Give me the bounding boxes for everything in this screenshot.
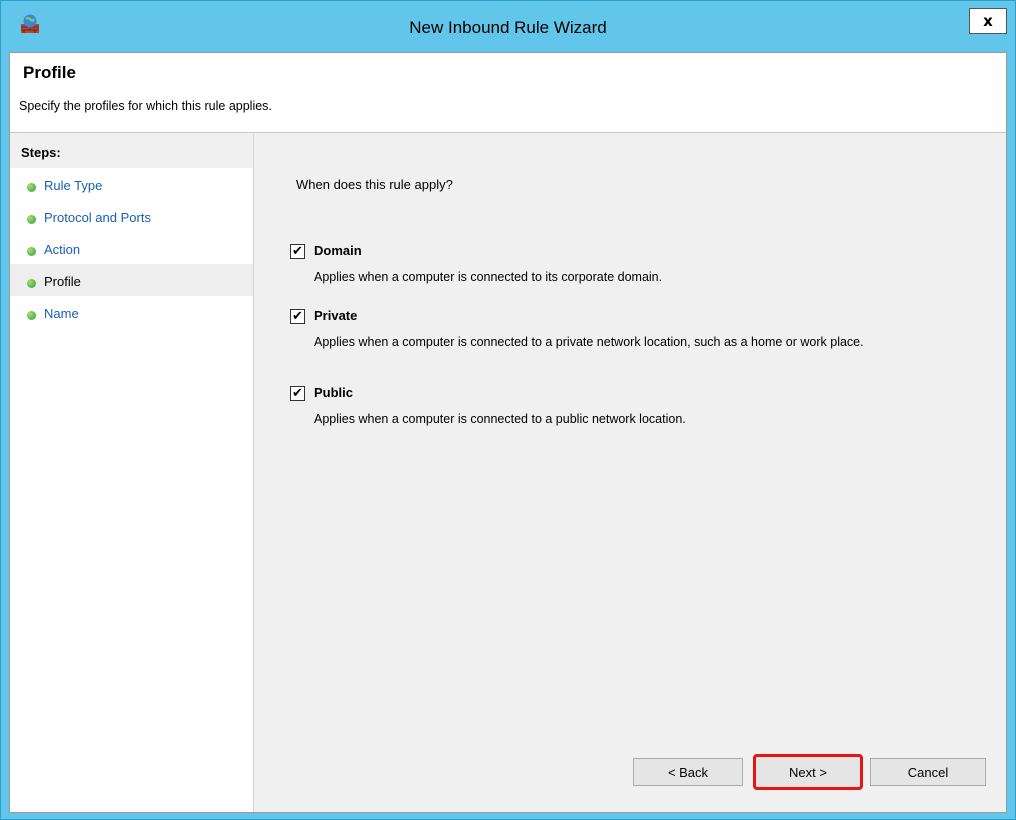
step-bullet-icon bbox=[27, 311, 36, 320]
domain-checkbox[interactable]: ✔ bbox=[290, 244, 305, 259]
step-action[interactable]: Action bbox=[10, 232, 253, 264]
main-panel: When does this rule apply? ✔ Domain Appl… bbox=[255, 134, 1006, 812]
step-label: Action bbox=[44, 242, 81, 257]
public-label[interactable]: Public bbox=[314, 385, 353, 400]
title-bar[interactable]: New Inbound Rule Wizard x bbox=[1, 1, 1015, 51]
checkmark-icon: ✔ bbox=[292, 244, 303, 259]
window-title: New Inbound Rule Wizard bbox=[409, 18, 607, 37]
step-name[interactable]: Name bbox=[10, 296, 253, 328]
page-title: Profile bbox=[23, 63, 76, 82]
domain-label[interactable]: Domain bbox=[314, 243, 362, 258]
domain-description: Applies when a computer is connected to … bbox=[314, 270, 663, 284]
page-header: Profile Specify the profiles for which t… bbox=[10, 53, 1006, 133]
step-label: Profile bbox=[44, 274, 81, 289]
step-protocol-and-ports[interactable]: Protocol and Ports bbox=[10, 200, 253, 232]
checkmark-icon: ✔ bbox=[292, 386, 303, 401]
close-button[interactable]: x bbox=[969, 8, 1007, 34]
wizard-client-area: Profile Specify the profiles for which t… bbox=[9, 52, 1007, 813]
step-bullet-icon bbox=[27, 247, 36, 256]
step-rule-type[interactable]: Rule Type bbox=[10, 168, 253, 200]
public-description: Applies when a computer is connected to … bbox=[314, 412, 686, 426]
public-checkbox[interactable]: ✔ bbox=[290, 386, 305, 401]
rule-question: When does this rule apply? bbox=[296, 177, 453, 192]
step-bullet-icon bbox=[27, 215, 36, 224]
checkmark-icon: ✔ bbox=[292, 309, 303, 324]
wizard-window: New Inbound Rule Wizard x Profile Specif… bbox=[0, 0, 1016, 820]
step-bullet-icon bbox=[27, 183, 36, 192]
cancel-button[interactable]: Cancel bbox=[870, 758, 986, 786]
private-label[interactable]: Private bbox=[314, 308, 357, 323]
steps-panel: Steps: Rule Type Protocol and Ports Acti… bbox=[10, 134, 254, 812]
step-label: Protocol and Ports bbox=[44, 210, 151, 225]
step-bullet-icon bbox=[27, 279, 36, 288]
next-button[interactable]: Next > bbox=[753, 754, 863, 790]
page-subtitle: Specify the profiles for which this rule… bbox=[19, 99, 272, 113]
back-button[interactable]: < Back bbox=[633, 758, 743, 786]
steps-heading: Steps: bbox=[10, 134, 253, 168]
private-checkbox[interactable]: ✔ bbox=[290, 309, 305, 324]
step-label: Name bbox=[44, 306, 79, 321]
step-label: Rule Type bbox=[44, 178, 103, 193]
step-profile[interactable]: Profile bbox=[10, 264, 253, 296]
private-description: Applies when a computer is connected to … bbox=[314, 335, 864, 349]
close-icon: x bbox=[983, 12, 993, 30]
